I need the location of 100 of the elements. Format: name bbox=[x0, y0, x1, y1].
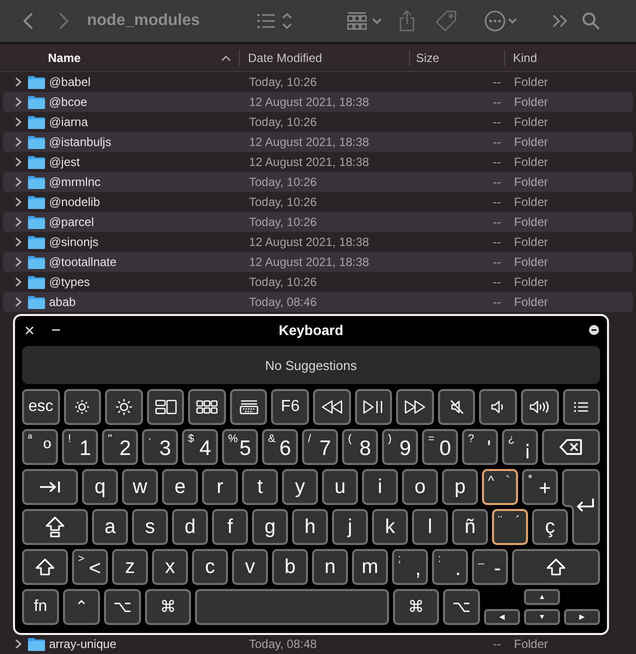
keyboard-key[interactable]: ñ bbox=[452, 509, 488, 545]
keyboard-key[interactable]: y bbox=[282, 469, 318, 505]
keyboard-key[interactable] bbox=[354, 389, 392, 425]
keyboard-key[interactable]: d bbox=[172, 509, 208, 545]
keyboard-key[interactable]: $ 4 bbox=[182, 429, 218, 465]
keyboard-key[interactable]: a bbox=[92, 509, 128, 545]
back-icon[interactable] bbox=[22, 12, 34, 30]
keyboard-key[interactable] bbox=[479, 389, 517, 425]
keyboard-key[interactable]: x bbox=[152, 549, 188, 585]
keyboard-key[interactable]: q bbox=[82, 469, 118, 505]
keyboard-key[interactable] bbox=[230, 389, 268, 425]
keyboard-key[interactable]: t bbox=[242, 469, 278, 505]
keyboard-key[interactable]: ⌘ bbox=[393, 589, 439, 625]
disclosure-icon[interactable] bbox=[15, 257, 22, 267]
minimize-icon[interactable] bbox=[52, 329, 60, 331]
keyboard-key[interactable] bbox=[313, 389, 351, 425]
keyboard-key[interactable]: ¨ ´ bbox=[492, 509, 528, 545]
keyboard-key[interactable] bbox=[146, 389, 184, 425]
keyboard-key[interactable] bbox=[188, 389, 226, 425]
close-icon[interactable] bbox=[25, 326, 34, 335]
disclosure-icon[interactable] bbox=[15, 217, 22, 227]
disclosure-icon[interactable] bbox=[15, 157, 22, 167]
keyboard-key[interactable]: ç bbox=[532, 509, 568, 545]
search-icon[interactable] bbox=[582, 12, 600, 30]
keyboard-key[interactable]: = 0 bbox=[422, 429, 458, 465]
keyboard-key[interactable]: k bbox=[372, 509, 408, 545]
keyboard-key[interactable]: j bbox=[332, 509, 368, 545]
disclosure-icon[interactable] bbox=[15, 177, 22, 187]
keyboard-key[interactable] bbox=[64, 389, 102, 425]
keyboard-key[interactable] bbox=[105, 389, 143, 425]
disclosure-icon[interactable] bbox=[15, 277, 22, 287]
keyboard-key[interactable]: p bbox=[442, 469, 478, 505]
keyboard-key[interactable]: > < bbox=[72, 549, 108, 585]
keyboard-key[interactable]: f bbox=[212, 509, 248, 545]
keyboard-key[interactable]: F6 bbox=[271, 389, 310, 425]
disclosure-icon[interactable] bbox=[15, 117, 22, 127]
disclosure-icon[interactable] bbox=[15, 97, 22, 107]
keyboard-key[interactable]: ! 1 bbox=[62, 429, 98, 465]
double-chevron-icon[interactable] bbox=[552, 14, 568, 28]
keyboard-key[interactable]: / 7 bbox=[302, 429, 338, 465]
keyboard-key[interactable]: e bbox=[162, 469, 198, 505]
keyboard-key[interactable]: ª º bbox=[22, 429, 58, 465]
keyboard-key[interactable]: z bbox=[112, 549, 148, 585]
keyboard-key[interactable]: · 3 bbox=[142, 429, 178, 465]
keyboard-key[interactable]: " 2 bbox=[102, 429, 138, 465]
keyboard-key[interactable] bbox=[438, 389, 476, 425]
keyboard-key[interactable] bbox=[22, 469, 78, 505]
keyboard-key[interactable] bbox=[22, 509, 88, 545]
options-icon[interactable] bbox=[589, 325, 599, 335]
column-header[interactable]: Kind bbox=[513, 50, 538, 64]
column-header[interactable]: Name bbox=[48, 50, 81, 64]
sort-ascending-icon[interactable] bbox=[221, 54, 231, 60]
keyboard-key[interactable]: s bbox=[132, 509, 168, 545]
keyboard-key[interactable]: ⌃ bbox=[63, 589, 100, 625]
keyboard-key[interactable]: ( 8 bbox=[342, 429, 378, 465]
keyboard-key[interactable]: & 6 bbox=[262, 429, 298, 465]
keyboard-key[interactable] bbox=[512, 549, 600, 585]
keyboard-key[interactable] bbox=[542, 429, 600, 465]
keyboard-key[interactable]: h bbox=[292, 509, 328, 545]
keyboard-key[interactable]: n bbox=[312, 549, 348, 585]
more-icon[interactable] bbox=[484, 10, 518, 32]
keyboard-key[interactable] bbox=[396, 389, 434, 425]
keyboard-key[interactable]: m bbox=[352, 549, 388, 585]
keyboard-key[interactable]: v bbox=[232, 549, 268, 585]
keyboard-key[interactable]: ) 9 bbox=[382, 429, 418, 465]
column-header[interactable]: Size bbox=[416, 50, 440, 64]
keyboard-key[interactable]: i bbox=[362, 469, 398, 505]
keyboard-key[interactable]: ¿ ¡ bbox=[502, 429, 538, 465]
keyboard-key[interactable]: ^ ` bbox=[482, 469, 518, 505]
keyboard-key[interactable] bbox=[22, 549, 68, 585]
keyboard-key[interactable]: _ - bbox=[472, 549, 508, 585]
keyboard-key[interactable]: fn bbox=[22, 589, 59, 625]
keyboard-key[interactable]: u bbox=[322, 469, 358, 505]
keyboard-key[interactable]: ⌘ bbox=[145, 589, 191, 625]
keyboard-key[interactable] bbox=[520, 389, 559, 425]
keyboard-key[interactable]: r bbox=[202, 469, 238, 505]
disclosure-icon[interactable] bbox=[15, 197, 22, 207]
disclosure-icon[interactable] bbox=[15, 639, 22, 649]
group-icon[interactable] bbox=[347, 11, 383, 31]
keyboard-key[interactable]: g bbox=[252, 509, 288, 545]
keyboard-key[interactable]: o bbox=[402, 469, 438, 505]
keyboard-key[interactable]: ⌥ bbox=[104, 589, 141, 625]
keyboard-key[interactable]: : . bbox=[432, 549, 468, 585]
keyboard-key[interactable]: b bbox=[272, 549, 308, 585]
return-key[interactable] bbox=[562, 469, 600, 545]
disclosure-icon[interactable] bbox=[15, 77, 22, 87]
keyboard-key[interactable]: %5 bbox=[222, 429, 258, 465]
keyboard-key[interactable] bbox=[562, 389, 600, 425]
disclosure-icon[interactable] bbox=[15, 297, 22, 307]
keyboard-key[interactable]: c bbox=[192, 549, 228, 585]
disclosure-icon[interactable] bbox=[15, 237, 22, 247]
keyboard-key[interactable]: esc bbox=[22, 389, 60, 425]
keyboard-key[interactable]: w bbox=[122, 469, 158, 505]
column-header[interactable]: Date Modified bbox=[248, 50, 322, 64]
keyboard-key[interactable]: ; , bbox=[392, 549, 428, 585]
keyboard-key[interactable]: l bbox=[412, 509, 448, 545]
keyboard-key[interactable]: ⌥ bbox=[443, 589, 480, 625]
keyboard-key[interactable]: * + bbox=[522, 469, 558, 505]
disclosure-icon[interactable] bbox=[15, 137, 22, 147]
keyboard-key[interactable]: ? ' bbox=[462, 429, 498, 465]
